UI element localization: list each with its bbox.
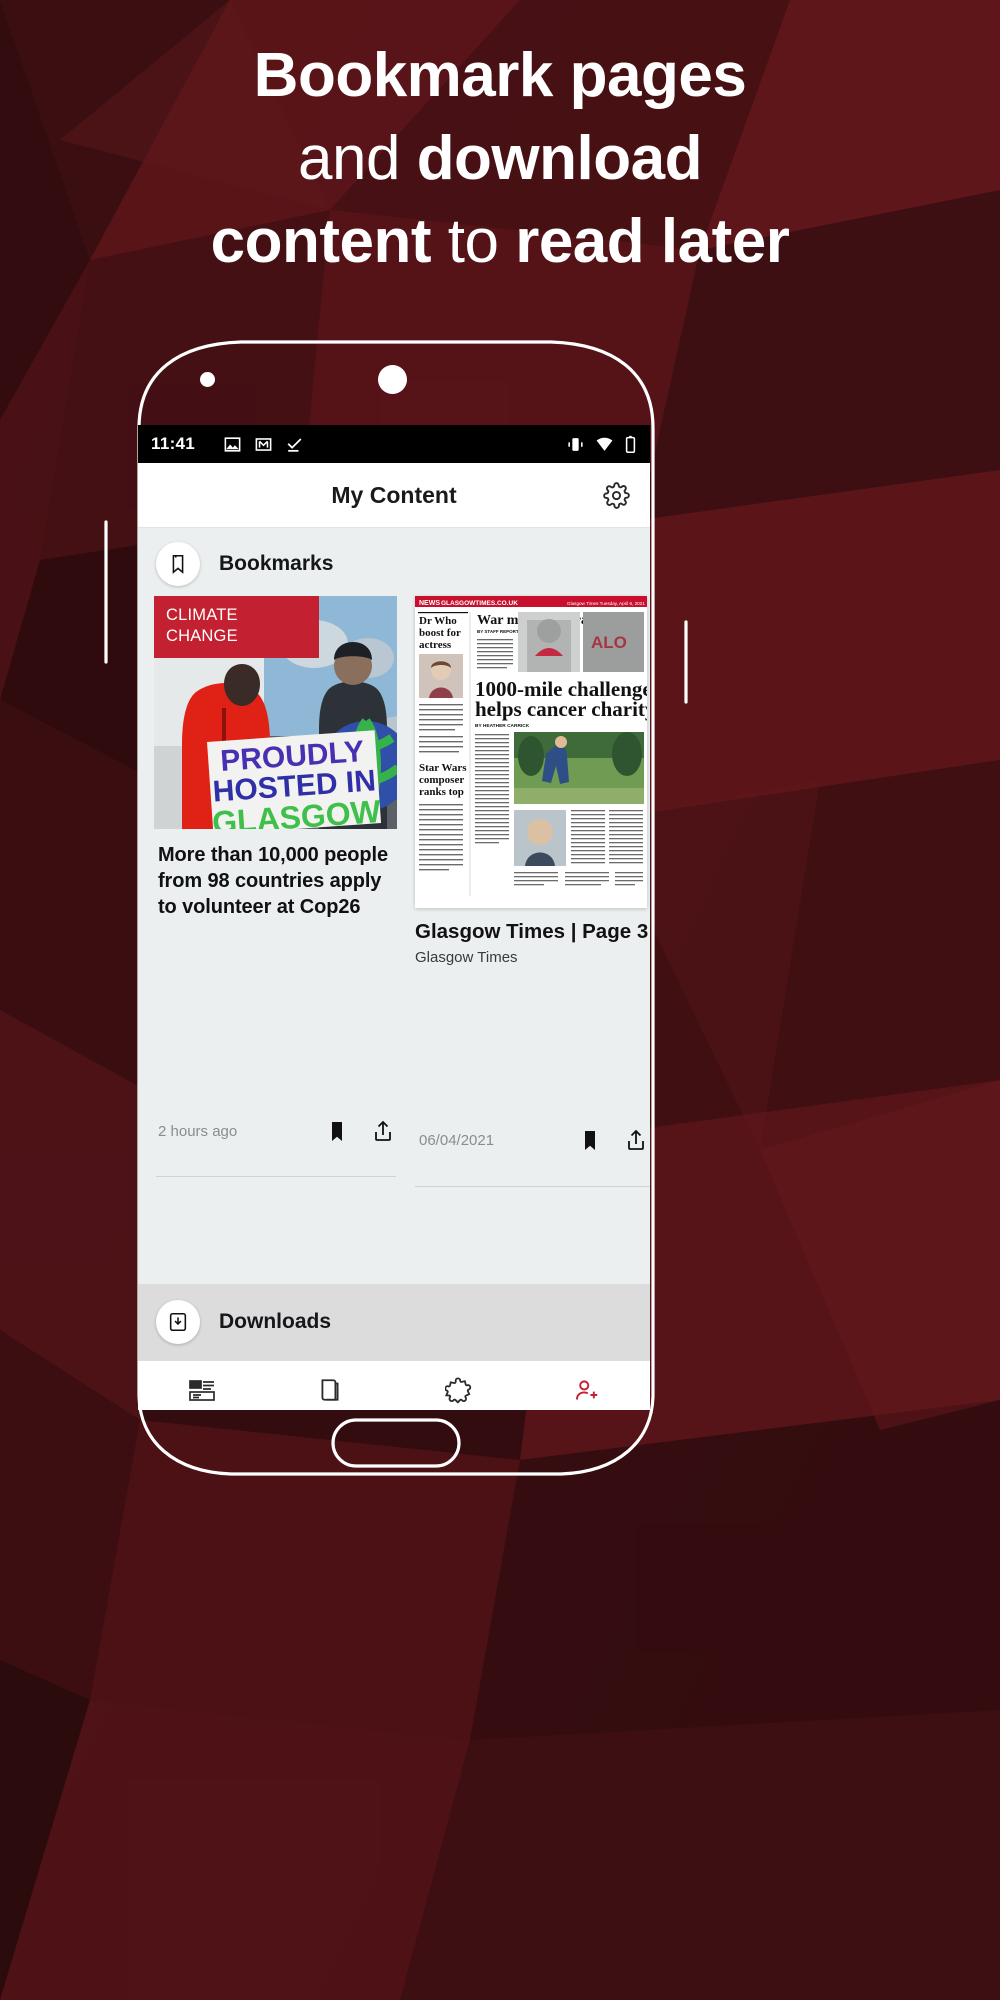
app-header: My Content: [138, 463, 650, 528]
gear-icon[interactable]: [600, 479, 632, 511]
vibrate-icon: [568, 437, 583, 451]
headline-line-1: Bookmark pages: [253, 41, 747, 110]
my-content-icon: [575, 1379, 597, 1400]
svg-text:Star Wars: Star Wars: [419, 762, 467, 774]
card-title: Glasgow Times | Page 3: [415, 920, 649, 943]
card-timestamp: 06/04/2021: [419, 1131, 495, 1149]
nav-item-puzzles[interactable]: Puzzles: [394, 1376, 522, 1411]
nav-label: Paper: [310, 1409, 350, 1410]
download-icon: [156, 1300, 200, 1344]
svg-text:Glasgow Times Tuesday, April 6: Glasgow Times Tuesday, April 6, 2021: [567, 601, 645, 606]
card-subtitle: Glasgow Times: [415, 949, 518, 966]
svg-text:BY HEATHER CARRICK: BY HEATHER CARRICK: [475, 723, 530, 729]
puzzles-icon: [444, 1376, 471, 1404]
svg-text:actress: actress: [419, 639, 452, 651]
wifi-icon: [596, 437, 613, 451]
headline-line-2: and download: [298, 124, 702, 194]
card-footer: 2 hours ago: [158, 1119, 395, 1143]
bottom-navigation: News Paper Puzzles: [138, 1360, 650, 1410]
bookmark-icon[interactable]: [325, 1119, 349, 1143]
card-thumbnail: PROUDLY HOSTED IN GLASGOW CLIMATE CHANGE: [154, 596, 397, 829]
nav-label: News: [183, 1409, 221, 1410]
svg-text:Dr Who: Dr Who: [419, 615, 457, 627]
bookmark-card[interactable]: NEWS GLASGOWTIMES.CO.UK Glasgow Times Tu…: [415, 596, 650, 1187]
bookmark-icon[interactable]: [578, 1128, 602, 1152]
my-content-body: Bookmarks PROUDLY HOSTED IN GLASGOW CLIM…: [138, 528, 650, 1360]
status-right-group: [566, 435, 637, 454]
svg-text:NEWS: NEWS: [419, 600, 440, 607]
nav-label: My Content: [548, 1410, 625, 1411]
svg-text:ALO: ALO: [591, 633, 627, 652]
headline-line-3: content to read later: [210, 207, 790, 277]
svg-text:boost for: boost for: [419, 627, 461, 639]
share-icon[interactable]: [371, 1119, 395, 1143]
svg-text:ranks top: ranks top: [419, 786, 464, 798]
phone-screen: 11:41 My Content Bookmarks PROUDLY HOSTE…: [138, 425, 650, 1410]
camera-dot-large: [378, 365, 407, 394]
promo-headline: Bookmark pages and download content to r…: [0, 34, 1000, 283]
status-time: 11:41: [151, 434, 196, 453]
phone-mockup: 11:41 My Content Bookmarks PROUDLY HOSTE…: [101, 332, 691, 1492]
bookmark-icon: [156, 542, 200, 586]
card-badge: CLIMATE CHANGE: [154, 596, 319, 659]
camera-dot-small: [200, 372, 215, 387]
card-title: More than 10,000 people from 98 countrie…: [158, 844, 388, 918]
android-status-bar: 11:41: [138, 425, 650, 463]
battery-icon: [625, 435, 636, 453]
nav-item-news[interactable]: News: [138, 1377, 266, 1410]
card-divider: [156, 1176, 396, 1177]
paper-icon: [321, 1379, 339, 1401]
section-header-bookmarks[interactable]: Bookmarks: [138, 528, 650, 596]
bookmarks-card-list: PROUDLY HOSTED IN GLASGOW CLIMATE CHANGE…: [138, 596, 650, 1187]
section-header-downloads[interactable]: Downloads: [138, 1284, 650, 1360]
card-timestamp: 2 hours ago: [158, 1122, 238, 1140]
news-icon: [189, 1380, 215, 1401]
section-label: Bookmarks: [219, 552, 334, 575]
card-divider: [415, 1186, 650, 1187]
share-icon[interactable]: [624, 1128, 648, 1152]
nav-label: Puzzles: [432, 1410, 485, 1411]
gmail-icon: [255, 437, 272, 451]
page-title: My Content: [331, 481, 457, 508]
svg-text:helps cancer charity: helps cancer charity: [475, 697, 647, 721]
svg-text:composer: composer: [419, 774, 464, 786]
status-left-group: 11:41: [151, 434, 566, 454]
image-icon: [224, 436, 241, 452]
nav-item-paper[interactable]: Paper: [266, 1377, 394, 1410]
card-footer: 06/04/2021: [419, 1128, 648, 1152]
card-thumbnail: NEWS GLASGOWTIMES.CO.UK Glasgow Times Tu…: [415, 596, 647, 908]
nav-item-my-content[interactable]: My Content: [522, 1377, 650, 1411]
bookmark-card[interactable]: PROUDLY HOSTED IN GLASGOW CLIMATE CHANGE…: [154, 596, 397, 1177]
svg-text:GLASGOWTIMES.CO.UK: GLASGOWTIMES.CO.UK: [441, 600, 518, 607]
section-label: Downloads: [219, 1310, 332, 1333]
check-icon: [287, 437, 302, 452]
